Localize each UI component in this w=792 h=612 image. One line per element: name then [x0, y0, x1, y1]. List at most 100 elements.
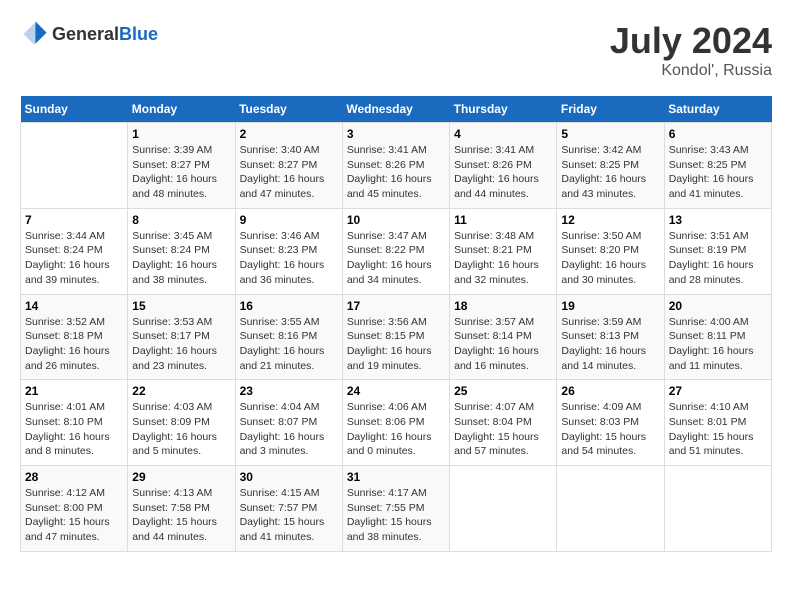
day-number: 29	[132, 470, 230, 484]
calendar-cell: 15 Sunrise: 3:53 AM Sunset: 8:17 PM Dayli…	[128, 294, 235, 380]
day-number: 3	[347, 127, 445, 141]
day-number: 24	[347, 384, 445, 398]
day-number: 23	[240, 384, 338, 398]
day-number: 7	[25, 213, 123, 227]
day-info: Sunrise: 4:00 AM Sunset: 8:11 PM Dayligh…	[669, 315, 767, 374]
day-number: 25	[454, 384, 552, 398]
calendar-cell: 7 Sunrise: 3:44 AM Sunset: 8:24 PM Daylig…	[21, 208, 128, 294]
calendar-cell: 30 Sunrise: 4:15 AM Sunset: 7:57 PM Dayli…	[235, 466, 342, 552]
day-info: Sunrise: 4:15 AM Sunset: 7:57 PM Dayligh…	[240, 486, 338, 545]
day-number: 11	[454, 213, 552, 227]
calendar-cell: 31 Sunrise: 4:17 AM Sunset: 7:55 PM Dayli…	[342, 466, 449, 552]
day-info: Sunrise: 3:55 AM Sunset: 8:16 PM Dayligh…	[240, 315, 338, 374]
header-friday: Friday	[557, 96, 664, 123]
calendar-cell: 12 Sunrise: 3:50 AM Sunset: 8:20 PM Dayli…	[557, 208, 664, 294]
day-number: 21	[25, 384, 123, 398]
calendar-cell	[21, 123, 128, 209]
calendar-cell: 8Sunrise: 3:45 AM Sunset: 8:24 PM Daylig…	[128, 208, 235, 294]
logo: GeneralBlue	[20, 20, 158, 48]
calendar-week-row: 21 Sunrise: 4:01 AM Sunset: 8:10 PM Dayli…	[21, 380, 772, 466]
calendar-cell: 11 Sunrise: 3:48 AM Sunset: 8:21 PM Dayli…	[450, 208, 557, 294]
day-info: Sunrise: 3:42 AM Sunset: 8:25 PM Dayligh…	[561, 143, 659, 202]
day-info: Sunrise: 4:04 AM Sunset: 8:07 PM Dayligh…	[240, 400, 338, 459]
day-info: Sunrise: 3:44 AM Sunset: 8:24 PM Dayligh…	[25, 229, 123, 288]
day-info: Sunrise: 3:51 AM Sunset: 8:19 PM Dayligh…	[669, 229, 767, 288]
calendar-location: Kondol', Russia	[610, 62, 772, 80]
header-saturday: Saturday	[664, 96, 771, 123]
day-info: Sunrise: 3:52 AM Sunset: 8:18 PM Dayligh…	[25, 315, 123, 374]
calendar-cell: 16Sunrise: 3:55 AM Sunset: 8:16 PM Dayli…	[235, 294, 342, 380]
day-number: 17	[347, 299, 445, 313]
header-sunday: Sunday	[21, 96, 128, 123]
day-info: Sunrise: 3:41 AM Sunset: 8:26 PM Dayligh…	[454, 143, 552, 202]
calendar-week-row: 7 Sunrise: 3:44 AM Sunset: 8:24 PM Daylig…	[21, 208, 772, 294]
day-info: Sunrise: 3:48 AM Sunset: 8:21 PM Dayligh…	[454, 229, 552, 288]
calendar-table: SundayMondayTuesdayWednesdayThursdayFrid…	[20, 96, 772, 552]
title-block: July 2024 Kondol', Russia	[610, 20, 772, 80]
day-info: Sunrise: 4:12 AM Sunset: 8:00 PM Dayligh…	[25, 486, 123, 545]
header-thursday: Thursday	[450, 96, 557, 123]
day-info: Sunrise: 3:45 AM Sunset: 8:24 PM Dayligh…	[132, 229, 230, 288]
calendar-cell: 22Sunrise: 4:03 AM Sunset: 8:09 PM Dayli…	[128, 380, 235, 466]
day-info: Sunrise: 3:53 AM Sunset: 8:17 PM Dayligh…	[132, 315, 230, 374]
logo-blue-text: Blue	[119, 24, 158, 44]
calendar-cell: 3 Sunrise: 3:41 AM Sunset: 8:26 PM Daylig…	[342, 123, 449, 209]
day-info: Sunrise: 3:39 AM Sunset: 8:27 PM Dayligh…	[132, 143, 230, 202]
day-number: 26	[561, 384, 659, 398]
day-number: 20	[669, 299, 767, 313]
day-info: Sunrise: 4:06 AM Sunset: 8:06 PM Dayligh…	[347, 400, 445, 459]
day-number: 28	[25, 470, 123, 484]
day-info: Sunrise: 4:07 AM Sunset: 8:04 PM Dayligh…	[454, 400, 552, 459]
day-number: 30	[240, 470, 338, 484]
day-info: Sunrise: 3:43 AM Sunset: 8:25 PM Dayligh…	[669, 143, 767, 202]
day-info: Sunrise: 3:41 AM Sunset: 8:26 PM Dayligh…	[347, 143, 445, 202]
day-number: 18	[454, 299, 552, 313]
day-number: 9	[240, 213, 338, 227]
day-number: 14	[25, 299, 123, 313]
logo-general-text: General	[52, 24, 119, 44]
calendar-cell: 23 Sunrise: 4:04 AM Sunset: 8:07 PM Dayli…	[235, 380, 342, 466]
day-info: Sunrise: 3:50 AM Sunset: 8:20 PM Dayligh…	[561, 229, 659, 288]
day-number: 13	[669, 213, 767, 227]
calendar-cell: 17 Sunrise: 3:56 AM Sunset: 8:15 PM Dayli…	[342, 294, 449, 380]
day-info: Sunrise: 3:56 AM Sunset: 8:15 PM Dayligh…	[347, 315, 445, 374]
day-info: Sunrise: 3:40 AM Sunset: 8:27 PM Dayligh…	[240, 143, 338, 202]
calendar-week-row: 28 Sunrise: 4:12 AM Sunset: 8:00 PM Dayli…	[21, 466, 772, 552]
calendar-cell: 1 Sunrise: 3:39 AM Sunset: 8:27 PM Daylig…	[128, 123, 235, 209]
header-wednesday: Wednesday	[342, 96, 449, 123]
day-number: 12	[561, 213, 659, 227]
calendar-cell: 29 Sunrise: 4:13 AM Sunset: 7:58 PM Dayli…	[128, 466, 235, 552]
day-info: Sunrise: 3:47 AM Sunset: 8:22 PM Dayligh…	[347, 229, 445, 288]
day-number: 1	[132, 127, 230, 141]
day-number: 5	[561, 127, 659, 141]
day-info: Sunrise: 3:46 AM Sunset: 8:23 PM Dayligh…	[240, 229, 338, 288]
day-number: 15	[132, 299, 230, 313]
calendar-cell: 27Sunrise: 4:10 AM Sunset: 8:01 PM Dayli…	[664, 380, 771, 466]
day-number: 10	[347, 213, 445, 227]
calendar-cell: 26 Sunrise: 4:09 AM Sunset: 8:03 PM Dayli…	[557, 380, 664, 466]
calendar-cell: 2 Sunrise: 3:40 AM Sunset: 8:27 PM Daylig…	[235, 123, 342, 209]
day-number: 27	[669, 384, 767, 398]
day-info: Sunrise: 3:57 AM Sunset: 8:14 PM Dayligh…	[454, 315, 552, 374]
page-header: GeneralBlue July 2024 Kondol', Russia	[20, 20, 772, 80]
calendar-cell: 20 Sunrise: 4:00 AM Sunset: 8:11 PM Dayli…	[664, 294, 771, 380]
day-info: Sunrise: 3:59 AM Sunset: 8:13 PM Dayligh…	[561, 315, 659, 374]
calendar-cell: 18 Sunrise: 3:57 AM Sunset: 8:14 PM Dayli…	[450, 294, 557, 380]
calendar-cell: 10 Sunrise: 3:47 AM Sunset: 8:22 PM Dayli…	[342, 208, 449, 294]
day-info: Sunrise: 4:01 AM Sunset: 8:10 PM Dayligh…	[25, 400, 123, 459]
calendar-cell: 4Sunrise: 3:41 AM Sunset: 8:26 PM Daylig…	[450, 123, 557, 209]
day-number: 31	[347, 470, 445, 484]
calendar-cell: 28 Sunrise: 4:12 AM Sunset: 8:00 PM Dayli…	[21, 466, 128, 552]
day-info: Sunrise: 4:13 AM Sunset: 7:58 PM Dayligh…	[132, 486, 230, 545]
day-info: Sunrise: 4:17 AM Sunset: 7:55 PM Dayligh…	[347, 486, 445, 545]
calendar-cell: 5 Sunrise: 3:42 AM Sunset: 8:25 PM Daylig…	[557, 123, 664, 209]
calendar-week-row: 1 Sunrise: 3:39 AM Sunset: 8:27 PM Daylig…	[21, 123, 772, 209]
day-info: Sunrise: 4:03 AM Sunset: 8:09 PM Dayligh…	[132, 400, 230, 459]
calendar-cell: 6Sunrise: 3:43 AM Sunset: 8:25 PM Daylig…	[664, 123, 771, 209]
calendar-cell: 24 Sunrise: 4:06 AM Sunset: 8:06 PM Dayli…	[342, 380, 449, 466]
calendar-title: July 2024	[610, 20, 772, 62]
day-info: Sunrise: 4:09 AM Sunset: 8:03 PM Dayligh…	[561, 400, 659, 459]
day-number: 2	[240, 127, 338, 141]
header-tuesday: Tuesday	[235, 96, 342, 123]
calendar-cell: 25 Sunrise: 4:07 AM Sunset: 8:04 PM Dayli…	[450, 380, 557, 466]
